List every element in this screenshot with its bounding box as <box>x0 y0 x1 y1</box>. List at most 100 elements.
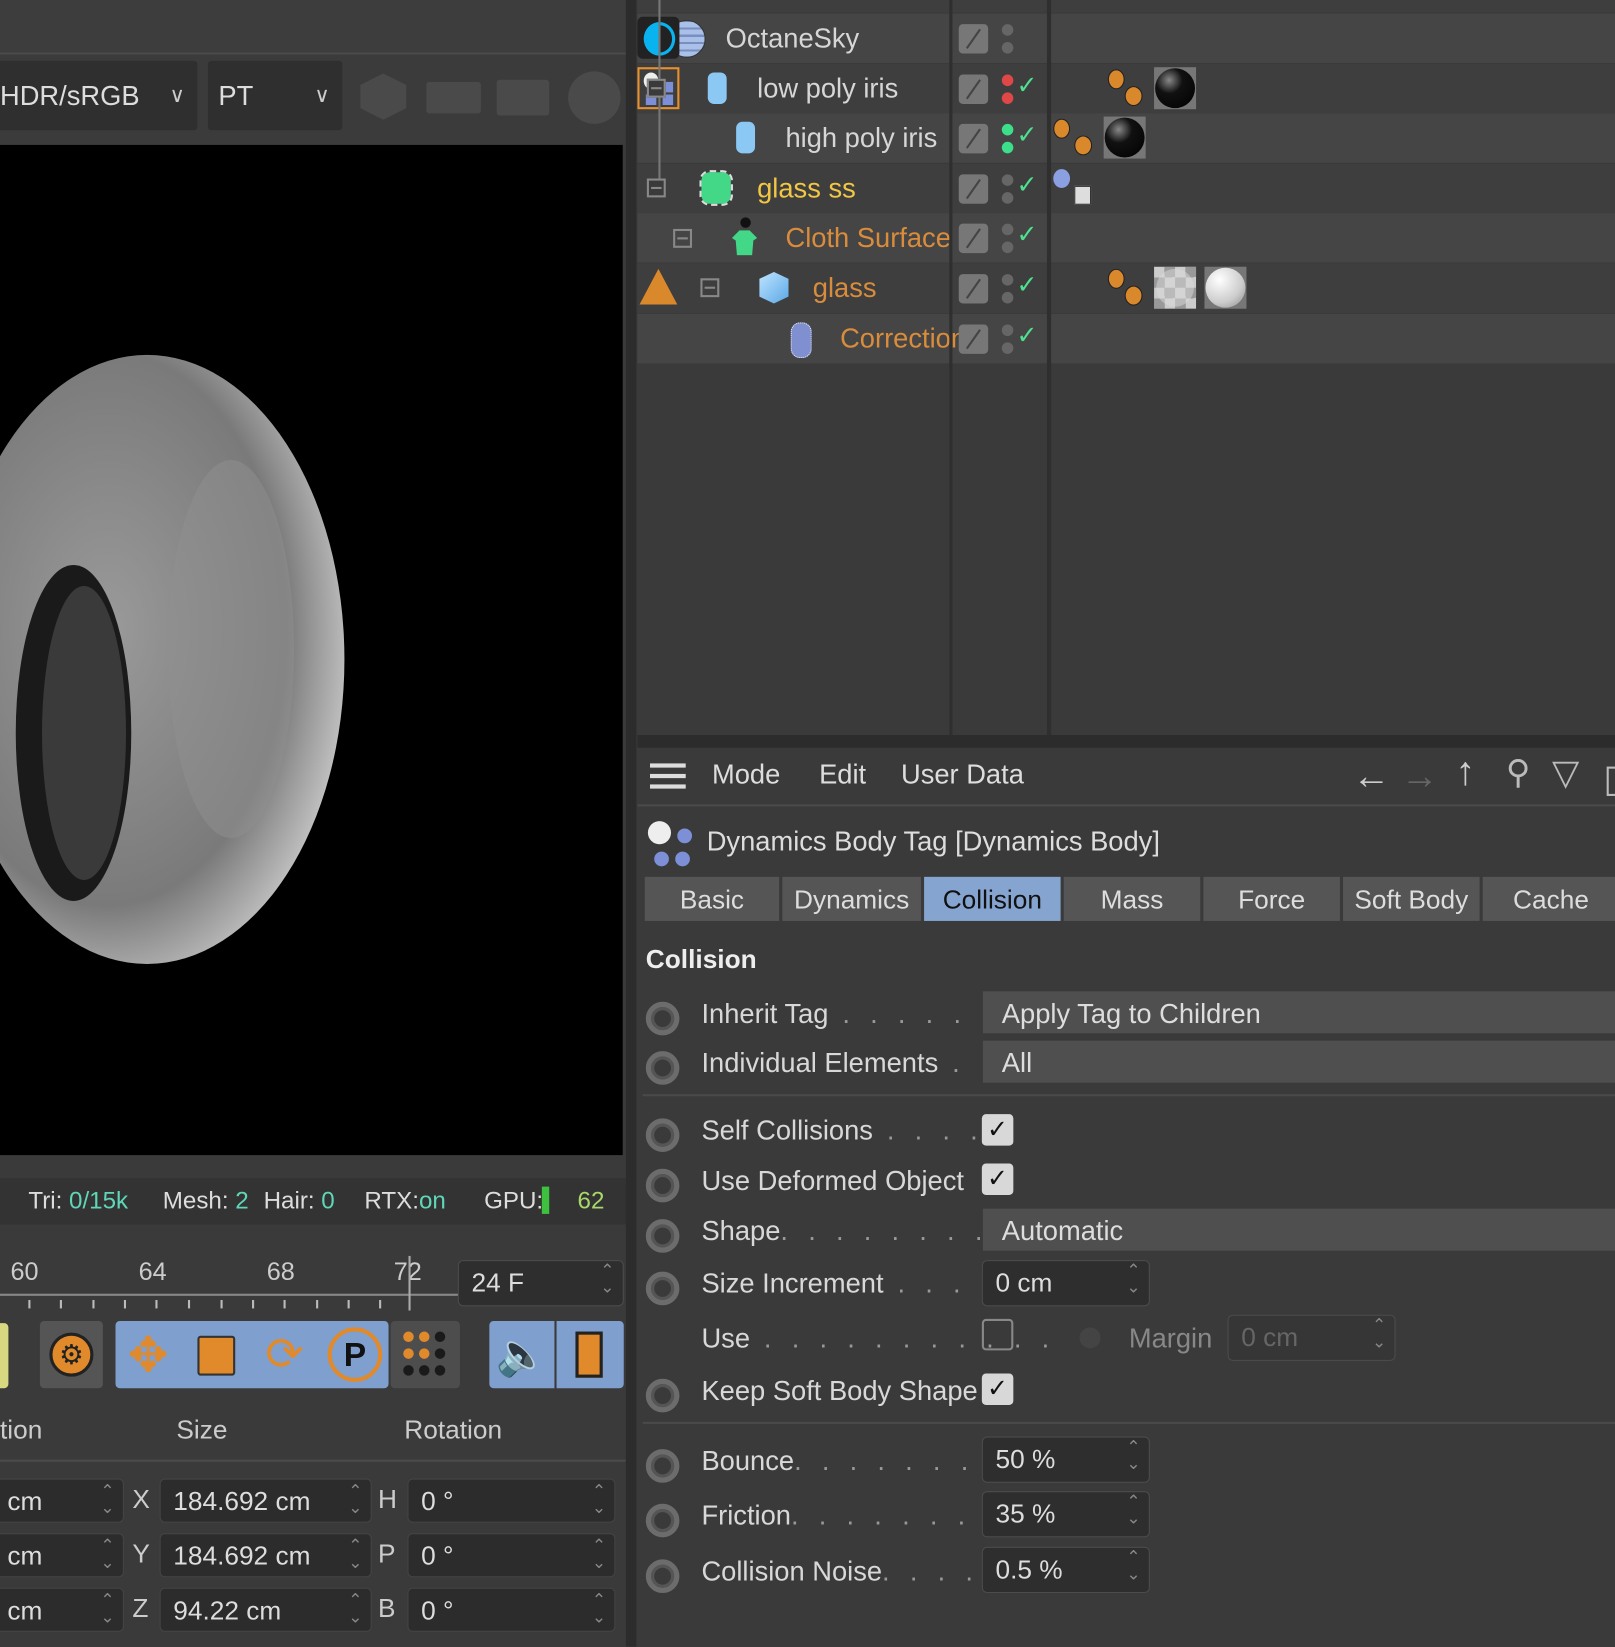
editor-visibility-dot[interactable] <box>1001 224 1014 236</box>
dynamics-connector-tag-icon[interactable] <box>1053 167 1095 209</box>
object-name[interactable]: Cloth Surface <box>785 222 950 255</box>
enabled-check-icon[interactable]: ✓ <box>1016 320 1037 350</box>
object-row-cloth-surface[interactable]: Cloth Surface ✓ <box>637 213 1615 263</box>
position-field[interactable]: cm ⌃ ⌄ <box>0 1587 124 1632</box>
friction-field[interactable]: 35 % ⌃ ⌄ <box>981 1491 1150 1538</box>
points-tool-button[interactable] <box>390 1321 460 1389</box>
object-row-correction[interactable]: Correction ✓ <box>637 313 1615 363</box>
edit-toggle-icon[interactable] <box>958 74 989 104</box>
lock-icon[interactable] <box>1606 766 1615 796</box>
object-name[interactable]: low poly iris <box>757 72 898 105</box>
tab-mass[interactable]: Mass <box>1063 876 1201 921</box>
menu-mode[interactable]: Mode <box>712 758 780 791</box>
editor-visibility-dot[interactable] <box>1001 174 1014 186</box>
color-space-dropdown[interactable]: HDR/sRGB ∨ <box>0 60 198 131</box>
render-mode-dropdown[interactable]: PT ∨ <box>207 60 343 131</box>
panel-splitter[interactable] <box>625 0 637 1647</box>
object-name[interactable]: OctaneSky <box>726 22 860 55</box>
settings-button[interactable]: ⚙ <box>39 1321 103 1389</box>
stepper-arrows-icon[interactable]: ⌃ ⌄ <box>592 1538 606 1572</box>
animate-radio[interactable] <box>645 1219 680 1253</box>
parameter-tool-button[interactable]: P <box>321 1321 386 1388</box>
editor-visibility-dot[interactable] <box>1001 124 1014 136</box>
tab-basic[interactable]: Basic <box>644 876 780 921</box>
tab-dynamics[interactable]: Dynamics <box>782 876 921 921</box>
render-viewport[interactable] <box>0 144 623 1156</box>
camera-icon[interactable] <box>496 79 550 116</box>
self-collisions-checkbox[interactable]: ✓ <box>981 1114 1014 1146</box>
playhead[interactable] <box>408 1255 411 1311</box>
rectangle-icon[interactable] <box>426 81 481 114</box>
yellow-tool-button[interactable] <box>0 1323 9 1389</box>
cone-tag-icon[interactable] <box>639 268 678 305</box>
sound-button[interactable]: 🔈 <box>489 1321 555 1389</box>
stepper-arrows-icon[interactable]: ⌃ ⌄ <box>1126 1494 1140 1528</box>
use-deformed-object-checkbox[interactable]: ✓ <box>981 1163 1014 1196</box>
collapse-toggle[interactable] <box>646 178 666 198</box>
collapse-toggle[interactable] <box>673 228 693 248</box>
rotation-field[interactable]: 0 ° ⌃ ⌄ <box>407 1533 616 1578</box>
collision-noise-field[interactable]: 0.5 % ⌃ ⌄ <box>981 1546 1150 1594</box>
edit-toggle-icon[interactable] <box>958 274 989 304</box>
enabled-check-icon[interactable]: ✓ <box>1016 220 1037 250</box>
render-visibility-dot[interactable] <box>1001 341 1014 354</box>
object-name[interactable]: glass <box>813 272 877 305</box>
animate-radio[interactable] <box>645 1503 680 1538</box>
stepper-arrows-icon[interactable]: ⌃ ⌄ <box>348 1483 362 1518</box>
object-row-glass[interactable]: glass ✓ <box>637 263 1615 313</box>
stepper-arrows-icon[interactable]: ⌃ ⌄ <box>600 1263 614 1297</box>
bounce-field[interactable]: 50 % ⌃ ⌄ <box>981 1436 1150 1483</box>
enabled-check-icon[interactable]: ✓ <box>1016 70 1037 100</box>
animate-radio[interactable] <box>645 1051 680 1085</box>
stepper-arrows-icon[interactable]: ⌃ ⌄ <box>348 1592 362 1627</box>
black-material-tag-icon[interactable] <box>1103 116 1146 159</box>
film-button[interactable] <box>556 1321 624 1389</box>
phong-tag-icon[interactable] <box>1104 67 1146 109</box>
size-increment-field[interactable]: 0 cm ⌃ ⌄ <box>981 1260 1150 1307</box>
up-arrow-icon[interactable]: ↑ <box>1455 750 1475 795</box>
render-visibility-dot[interactable] <box>1001 91 1014 104</box>
object-row-partial[interactable] <box>637 0 1615 13</box>
margin-animate-radio[interactable] <box>1079 1327 1101 1349</box>
enabled-check-icon[interactable]: ✓ <box>1016 270 1037 300</box>
move-tool-button[interactable]: ✥ <box>116 1321 181 1388</box>
render-visibility-dot[interactable] <box>1001 291 1014 304</box>
phong-tag-icon[interactable] <box>1053 117 1095 159</box>
scale-tool-button[interactable] <box>183 1321 248 1388</box>
keep-soft-body-shape-checkbox[interactable]: ✓ <box>981 1373 1014 1406</box>
search-icon[interactable]: ⚲ <box>1506 752 1531 792</box>
object-name[interactable]: glass ss <box>757 172 856 205</box>
render-visibility-dot[interactable] <box>1001 141 1014 154</box>
size-field[interactable]: 94.22 cm ⌃ ⌄ <box>159 1587 372 1632</box>
object-row-glass-ss[interactable]: glass ss ✓ <box>637 163 1615 213</box>
rotate-tool-button[interactable]: ⟳ <box>252 1321 317 1388</box>
stepper-arrows-icon[interactable]: ⌃ ⌄ <box>1126 1263 1140 1297</box>
black-material-tag-icon[interactable] <box>1154 66 1197 109</box>
panel-splitter-horizontal[interactable] <box>637 735 1615 748</box>
stepper-arrows-icon[interactable]: ⌃ ⌄ <box>100 1592 114 1627</box>
animate-radio[interactable] <box>645 1118 680 1152</box>
size-field[interactable]: 184.692 cm ⌃ ⌄ <box>159 1478 372 1523</box>
editor-visibility-dot[interactable] <box>1001 74 1014 86</box>
back-arrow-icon[interactable]: ← <box>1353 754 1391 798</box>
inherit-tag-dropdown[interactable]: Apply Tag to Children <box>982 991 1615 1034</box>
object-row-octanesky[interactable]: OctaneSky <box>637 13 1615 64</box>
position-field[interactable]: cm ⌃ ⌄ <box>0 1533 124 1578</box>
animate-radio[interactable] <box>645 1168 680 1203</box>
filter-icon[interactable]: ▽ <box>1552 752 1579 794</box>
edit-toggle-icon[interactable] <box>958 224 989 254</box>
stepper-arrows-icon[interactable]: ⌃ ⌄ <box>348 1538 362 1572</box>
stepper-arrows-icon[interactable]: ⌃ ⌄ <box>1372 1317 1386 1352</box>
object-name[interactable]: high poly iris <box>785 122 937 155</box>
render-visibility-dot[interactable] <box>1001 191 1014 204</box>
menu-user-data[interactable]: User Data <box>901 758 1024 791</box>
fps-field[interactable]: 24 F ⌃ ⌄ <box>457 1260 624 1307</box>
stepper-arrows-icon[interactable]: ⌃ ⌄ <box>592 1483 606 1518</box>
edit-toggle-icon[interactable] <box>958 124 989 154</box>
enabled-check-icon[interactable]: ✓ <box>1016 170 1037 200</box>
tab-cache[interactable]: Cache <box>1482 876 1615 921</box>
edit-toggle-icon[interactable] <box>958 24 989 54</box>
circle-icon[interactable] <box>568 71 621 124</box>
collapse-toggle[interactable] <box>700 278 720 298</box>
individual-elements-dropdown[interactable]: All <box>982 1040 1615 1083</box>
